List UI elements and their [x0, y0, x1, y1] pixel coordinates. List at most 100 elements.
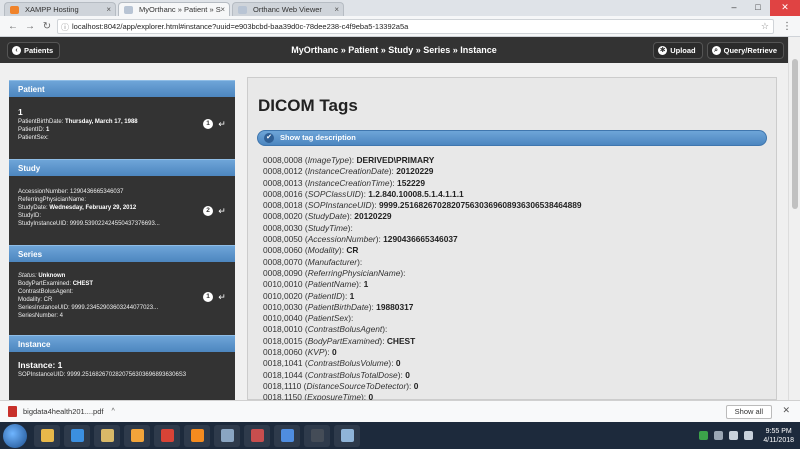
tag-name: InstanceCreationTime — [307, 177, 390, 188]
series-count-badge: 2 — [203, 206, 213, 216]
tag-name: BodyPartExamined — [307, 335, 380, 346]
bookmark-star-icon[interactable]: ☆ — [761, 20, 769, 33]
back-arrow-icon[interactable]: ← — [6, 21, 20, 32]
contrast-agent-line: ContrastBolusAgent: — [18, 289, 74, 295]
study-section[interactable]: AccessionNumber: 1290436665346037 Referr… — [9, 176, 235, 245]
clock[interactable]: 9:55 PM 4/11/2018 — [763, 427, 794, 445]
folder-icon — [100, 429, 114, 442]
patient-section[interactable]: 1 PatientBirthDate: Thursday, March 17, … — [9, 97, 235, 159]
taskbar-app-button[interactable] — [34, 424, 60, 447]
network-icon[interactable] — [729, 431, 739, 440]
main-area: Patient 1 PatientBirthDate: Thursday, Ma… — [0, 63, 788, 400]
terminal-icon — [310, 429, 324, 442]
taskbar-app-button[interactable] — [304, 424, 330, 447]
page-scrollbar[interactable] — [788, 37, 800, 400]
taskbar-app-button[interactable] — [244, 424, 270, 447]
instance-count-badge: 1 — [203, 292, 213, 302]
close-tab-icon[interactable]: × — [220, 3, 225, 16]
tag-code: 0018,1041 — [263, 358, 303, 369]
open-arrow-icon[interactable]: ↵ — [217, 206, 227, 216]
taskbar-app-button[interactable] — [334, 424, 360, 447]
patients-button[interactable]: ‹ Patients — [7, 41, 61, 59]
tag-value: 0 — [405, 369, 410, 380]
tray-flag-icon[interactable] — [714, 431, 724, 440]
address-bar: ← → ↻ ⓘ localhost:8042/app/explorer.html… — [0, 16, 800, 37]
tag-name: InstanceCreationDate — [307, 166, 389, 177]
clock-date: 4/11/2018 — [763, 436, 794, 444]
url-text: localhost:8042/app/explorer.html#instanc… — [72, 21, 409, 31]
series-section[interactable]: Status: Unknown BodyPartExamined: CHEST … — [9, 262, 235, 335]
instance-section-header: Instance — [9, 335, 235, 352]
tag-name: Modality — [307, 245, 339, 256]
volume-icon[interactable] — [744, 431, 754, 440]
minimize-icon[interactable]: – — [722, 0, 746, 16]
open-arrow-icon[interactable]: ↵ — [217, 292, 227, 302]
tag-code: 0018,0015 — [263, 335, 303, 346]
tag-code: 0010,0010 — [263, 279, 303, 290]
page-favicon-icon — [124, 6, 133, 14]
reload-icon[interactable]: ↻ — [40, 21, 54, 32]
tag-name: ImageType — [307, 155, 349, 165]
dicom-tag-row: 0008,0012 (InstanceCreationDate): 201202… — [263, 166, 434, 177]
close-window-icon[interactable]: ✕ — [770, 0, 800, 16]
ie-icon — [70, 429, 84, 442]
chevron-up-icon[interactable]: ^ — [112, 408, 115, 415]
chrome-icon — [280, 429, 294, 442]
tag-code: 0018,0060 — [263, 347, 303, 358]
close-tab-icon[interactable]: × — [106, 3, 111, 16]
info-icon[interactable]: ⓘ — [61, 21, 69, 34]
content-title: DICOM Tags — [258, 96, 358, 115]
close-icon[interactable]: ✕ — [782, 405, 790, 416]
tag-value: 9999.25168267028207563036960893630653846… — [378, 200, 582, 211]
dicom-tag-row: 0010,0030 (PatientBirthDate): 19880317 — [263, 301, 414, 312]
taskbar-app-button[interactable] — [94, 424, 120, 447]
taskbar-app-button[interactable] — [214, 424, 240, 447]
tag-code: 0008,0030 — [263, 222, 303, 233]
scrollbar-thumb[interactable] — [792, 59, 798, 209]
tag-code: 0008,0012 — [263, 166, 303, 177]
taskbar-app-button[interactable] — [154, 424, 180, 447]
upload-button[interactable]: ✱ Upload — [653, 41, 703, 59]
accession-line: AccessionNumber: 1290436665346037 — [18, 189, 124, 195]
close-tab-icon[interactable]: × — [334, 3, 339, 16]
show-tag-description-toggle[interactable]: ✔ Show tag description — [257, 130, 767, 146]
study-id-line: StudyID: — [18, 213, 42, 219]
dicom-tag-row: 0008,0018 (SOPInstanceUID): 9999.2516826… — [263, 200, 582, 211]
taskbar-app-button[interactable] — [64, 424, 90, 447]
forward-arrow-icon[interactable]: → — [23, 21, 37, 32]
window-controls: – □ ✕ — [722, 0, 800, 16]
tray-app-icon[interactable] — [699, 431, 709, 440]
open-arrow-icon[interactable]: ↵ — [217, 119, 227, 129]
xampp-favicon-icon — [10, 6, 19, 14]
maximize-icon[interactable]: □ — [746, 0, 770, 16]
window-icon — [220, 429, 234, 442]
tag-code: 0010,0040 — [263, 313, 303, 324]
url-field[interactable]: ⓘ localhost:8042/app/explorer.html#insta… — [57, 18, 774, 34]
series-section-header: Series — [9, 245, 235, 262]
dicom-tag-row: 0018,0015 (BodyPartExamined): CHEST — [263, 335, 416, 346]
taskbar-app-button[interactable] — [124, 424, 150, 447]
explorer-icon — [40, 429, 54, 442]
tag-name: SOPInstanceUID — [307, 200, 372, 211]
tab-label: MyOrthanc » Patient » S — [139, 5, 221, 14]
tag-name: Manufacturer — [307, 256, 358, 267]
tag-code: 0008,0018 — [263, 200, 303, 211]
query-retrieve-button[interactable]: ⌕ Query/Retrieve — [706, 41, 784, 59]
browser-tab[interactable]: XAMPP Hosting × — [4, 2, 116, 16]
download-bar: bigdata4health201....pdf ^ Show all ✕ — [0, 400, 800, 422]
browser-menu-icon[interactable]: ⋮ — [780, 21, 794, 32]
download-file-name[interactable]: bigdata4health201....pdf — [23, 407, 104, 416]
browser-tab-active[interactable]: MyOrthanc » Patient » S × — [118, 2, 230, 16]
checkmark-icon: ✔ — [264, 133, 274, 143]
show-all-button[interactable]: Show all — [725, 405, 772, 419]
pdf-file-icon — [8, 406, 17, 417]
tag-name: StudyDate — [307, 211, 347, 222]
tag-code: 0008,0060 — [263, 245, 303, 256]
taskbar-app-button[interactable] — [274, 424, 300, 447]
taskbar-app-button[interactable] — [184, 424, 210, 447]
instance-section[interactable]: Instance: 1 SOPInstanceUID: 9999.2516826… — [9, 352, 235, 383]
start-button[interactable] — [3, 423, 27, 448]
browser-tab[interactable]: Orthanc Web Viewer × — [232, 2, 344, 16]
tag-code: 0008,0013 — [263, 177, 303, 188]
tag-value: 0 — [368, 392, 374, 400]
